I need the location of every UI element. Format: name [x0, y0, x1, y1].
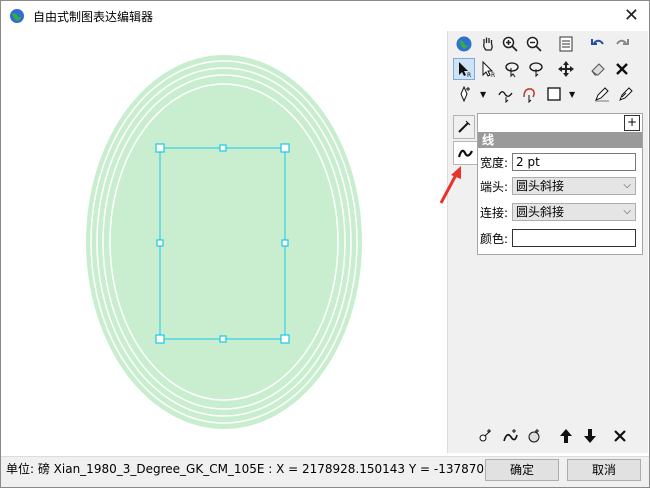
- select-arrow-icon[interactable]: R: [453, 58, 475, 80]
- svg-text:R: R: [491, 72, 495, 78]
- width-label: 宽度:: [480, 155, 509, 170]
- status-bar: 单位: 磅 Xian_1980_3_Degree_GK_CM_105E : X …: [1, 456, 649, 487]
- redo-icon[interactable]: [611, 33, 633, 55]
- add-vertex-dropdown-icon[interactable]: ▼: [480, 90, 486, 99]
- add-layer-icon[interactable]: [475, 425, 497, 447]
- color-row: 颜色:: [480, 228, 512, 248]
- drawing-canvas[interactable]: [2, 32, 446, 453]
- handle-mr: [281, 239, 289, 247]
- rectangle-dropdown-icon[interactable]: ▼: [569, 90, 575, 99]
- move-up-icon[interactable]: [555, 425, 577, 447]
- tab-line-properties[interactable]: [453, 141, 478, 165]
- chevron-down-icon: ⌵: [623, 180, 631, 191]
- ok-button[interactable]: 确定: [485, 459, 559, 481]
- undo-icon[interactable]: [587, 33, 609, 55]
- zoom-in-icon[interactable]: [499, 33, 521, 55]
- handle-tl: [155, 143, 165, 153]
- rotate-select-icon[interactable]: [501, 58, 523, 80]
- globe-icon: [9, 8, 25, 24]
- outer-shape: [86, 55, 362, 429]
- select-part-icon[interactable]: R: [477, 58, 499, 80]
- line-squiggle-icon: [457, 149, 473, 158]
- cap-row: 端头:: [480, 176, 512, 196]
- delete-icon[interactable]: [611, 58, 633, 80]
- status-text: 单位: 磅 Xian_1980_3_Degree_GK_CM_105E : X …: [6, 462, 542, 476]
- move-down-icon[interactable]: [579, 425, 601, 447]
- handle-tc: [219, 144, 227, 152]
- expand-button[interactable]: +: [624, 115, 640, 131]
- cancel-button[interactable]: 取消: [567, 459, 641, 481]
- pan-hand-icon[interactable]: [477, 33, 499, 55]
- handle-ml: [156, 239, 164, 247]
- eraser-icon[interactable]: [587, 58, 609, 80]
- chevron-down-icon: ⌵: [623, 206, 631, 217]
- svg-text:R: R: [467, 72, 471, 78]
- join-select-value: 圆头斜接: [516, 205, 565, 219]
- full-extent-globe-icon[interactable]: [453, 33, 475, 55]
- width-input[interactable]: 2 pt: [512, 153, 636, 171]
- window-title: 自由式制图表达编辑器: [33, 10, 154, 24]
- cap-label: 端头:: [480, 179, 509, 194]
- zoom-out-icon[interactable]: [523, 33, 545, 55]
- pen-icon[interactable]: [591, 83, 613, 105]
- color-label: 颜色:: [480, 231, 509, 246]
- annotation-arrow-icon: [439, 166, 461, 204]
- pen-alt-icon[interactable]: [615, 83, 637, 105]
- add-fill-layer-icon[interactable]: [499, 425, 521, 447]
- close-icon[interactable]: ✕: [624, 5, 639, 26]
- handle-br: [280, 334, 290, 344]
- reshape-icon[interactable]: [525, 58, 547, 80]
- tab-layer-properties[interactable]: [453, 115, 475, 139]
- wand-icon: [458, 120, 471, 133]
- cap-select-value: 圆头斜接: [516, 179, 565, 193]
- list-icon[interactable]: [555, 33, 577, 55]
- join-label: 连接:: [480, 205, 509, 220]
- join-select[interactable]: 圆头斜接 ⌵: [512, 203, 636, 221]
- handle-bl: [155, 334, 165, 344]
- freehand-icon[interactable]: [495, 83, 517, 105]
- title-bar: 自由式制图表达编辑器 ✕: [1, 1, 649, 31]
- handle-tr: [280, 143, 290, 153]
- cap-select[interactable]: 圆头斜接 ⌵: [512, 177, 636, 195]
- join-row: 连接:: [480, 202, 512, 222]
- width-row: 宽度:: [480, 152, 512, 172]
- canvas-svg: [86, 55, 362, 429]
- remove-layer-icon[interactable]: [609, 425, 631, 447]
- rectangle-icon[interactable]: [543, 83, 565, 105]
- curve-icon[interactable]: [519, 83, 541, 105]
- editor-window: 自由式制图表达编辑器 ✕ R R ▼ ▼ + 线 宽度: 2 pt 端头: 圆头…: [0, 0, 650, 488]
- line-properties-panel: + 线 宽度: 2 pt 端头: 圆头斜接 ⌵ 连接: 圆头斜接 ⌵ 颜色:: [477, 113, 643, 255]
- add-vertex-icon[interactable]: [453, 83, 475, 105]
- section-header-line: 线: [478, 132, 642, 148]
- color-swatch[interactable]: [512, 229, 636, 247]
- add-marker-layer-icon[interactable]: [523, 425, 545, 447]
- handle-bc: [219, 335, 227, 343]
- move-icon[interactable]: [555, 58, 577, 80]
